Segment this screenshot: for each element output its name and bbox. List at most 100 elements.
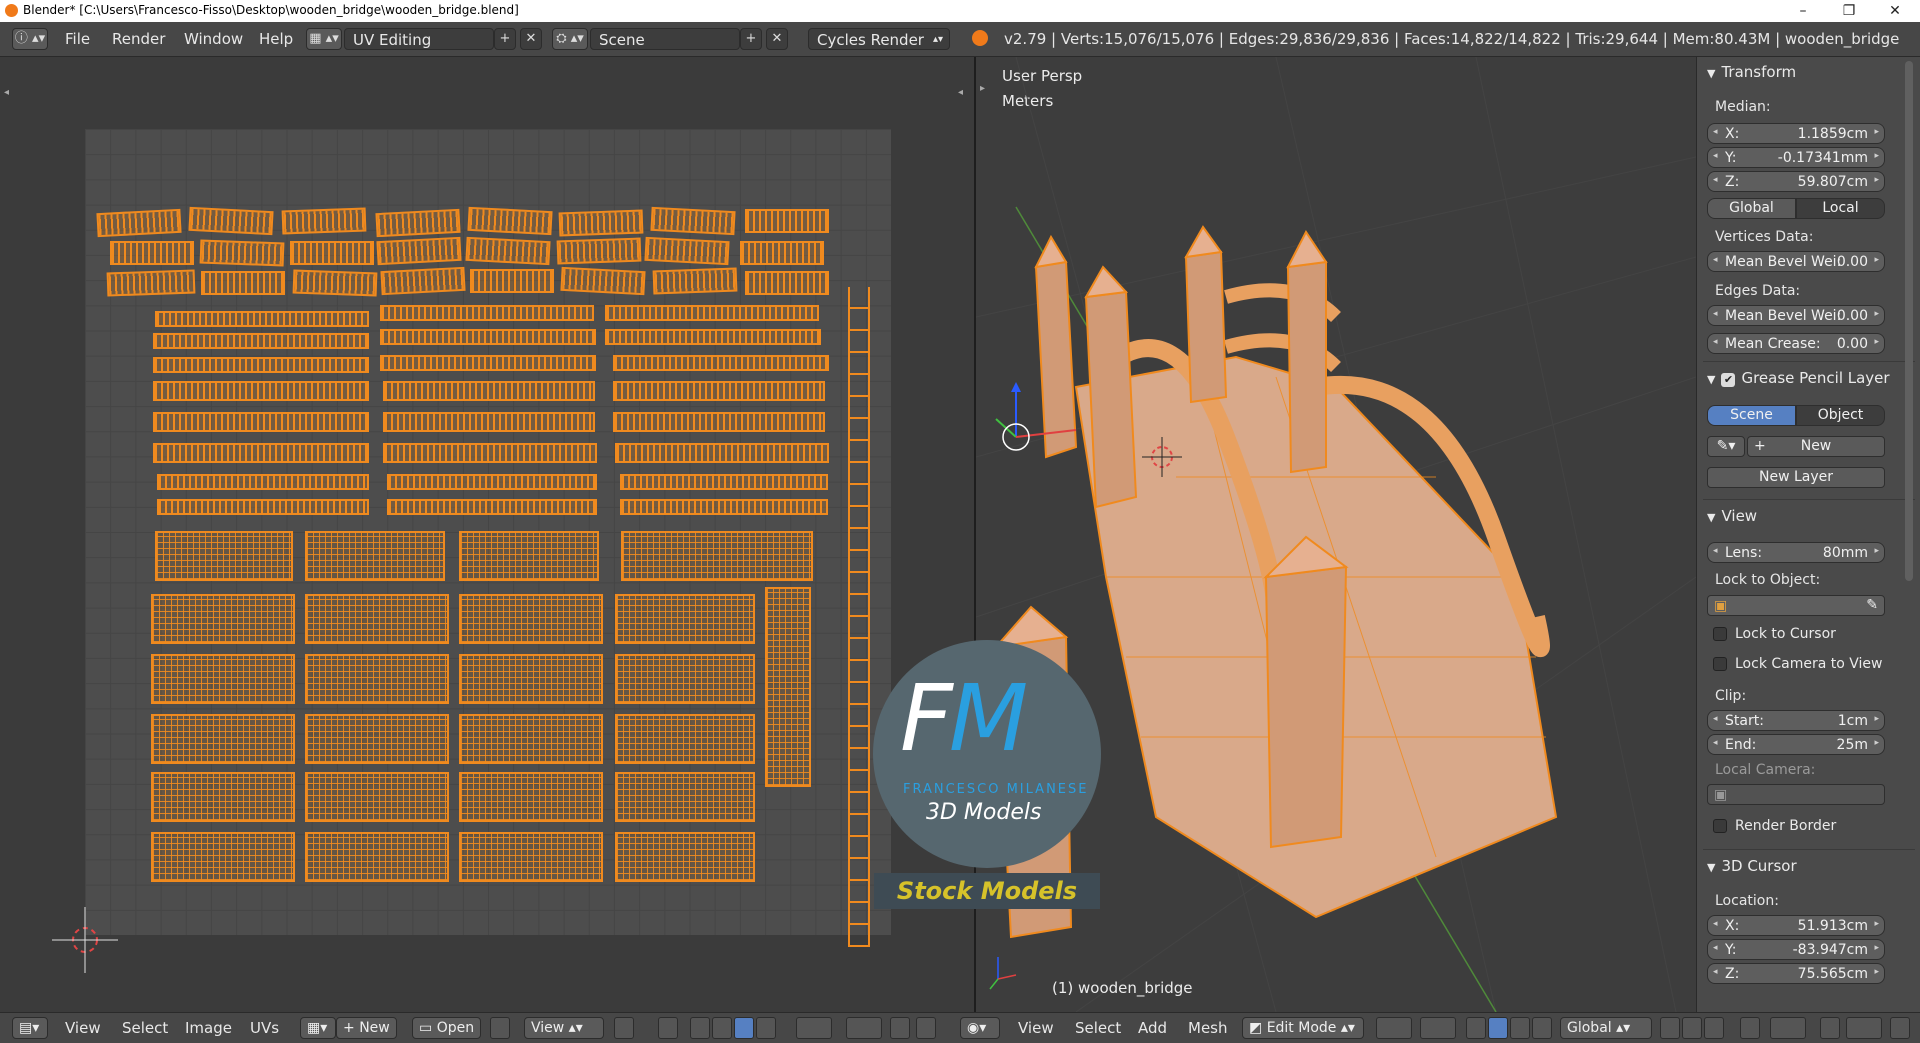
layer-button-icon[interactable]	[1682, 1017, 1702, 1039]
edge-select-icon[interactable]	[712, 1017, 732, 1039]
vp-menu-view[interactable]: View	[1018, 1019, 1054, 1037]
edge-bevel-weight-field[interactable]: ◂ Mean Bevel Wei: 0.00 ▸	[1707, 305, 1885, 326]
remove-screen-icon[interactable]: ✕	[520, 28, 542, 50]
median-x-field[interactable]: ◂ X: 1.1859cm ▸	[1707, 123, 1885, 144]
grease-pencil-scene-toggle[interactable]: Scene	[1707, 405, 1796, 426]
uv-island[interactable]	[470, 269, 554, 293]
close-button[interactable]: ✕	[1872, 0, 1918, 22]
pencil-icon[interactable]: ✎▾	[1707, 436, 1745, 457]
new-grease-pencil-button[interactable]: + New	[1747, 436, 1885, 457]
render-border-checkbox[interactable]	[1713, 819, 1727, 833]
add-scene-icon[interactable]: +	[740, 28, 762, 50]
uv-menu-select[interactable]: Select	[122, 1019, 168, 1037]
vp-menu-add[interactable]: Add	[1138, 1019, 1167, 1037]
sticky-mode-icon[interactable]	[796, 1017, 832, 1039]
pin-icon[interactable]	[490, 1017, 510, 1039]
proportional-edit-icon[interactable]	[1770, 1017, 1806, 1039]
uv-island[interactable]	[459, 531, 599, 581]
uv-island[interactable]	[153, 333, 369, 349]
uv-island[interactable]	[155, 531, 293, 581]
uv-island[interactable]	[383, 412, 595, 432]
layer-button-icon[interactable]	[1660, 1017, 1680, 1039]
view-panel-header[interactable]: ▼ View	[1707, 507, 1757, 525]
transform-panel-header[interactable]: ▼ Transform	[1707, 63, 1796, 81]
cursor-x-field[interactable]: ◂ X: 51.913cm ▸	[1707, 915, 1885, 936]
mean-crease-field[interactable]: ◂ Mean Crease: 0.00 ▸	[1707, 333, 1885, 354]
uv-island[interactable]	[151, 594, 295, 644]
new-layer-button[interactable]: New Layer	[1707, 467, 1885, 488]
uv-island[interactable]	[292, 269, 378, 297]
screen-layout-icon[interactable]: ▦ ▴▾	[306, 28, 342, 50]
viewport-shading-icon[interactable]	[1376, 1017, 1412, 1039]
uv-island[interactable]	[188, 206, 274, 236]
uv-island[interactable]	[644, 236, 730, 266]
lock-to-cursor-checkbox[interactable]	[1713, 627, 1727, 641]
snap-target-icon[interactable]	[1890, 1017, 1910, 1039]
uv-island[interactable]	[558, 209, 644, 237]
uv-island[interactable]	[96, 208, 182, 238]
image-browse-icon[interactable]: ▦▾	[300, 1017, 336, 1039]
lock-object-field[interactable]: ▣ ✎	[1707, 595, 1885, 616]
uv-island[interactable]	[465, 236, 551, 266]
uv-island[interactable]	[745, 209, 829, 233]
screen-layout-dropdown[interactable]: UV Editing	[344, 28, 494, 50]
vp-menu-mesh[interactable]: Mesh	[1188, 1019, 1228, 1037]
uv-island[interactable]	[387, 474, 597, 490]
proportional-edit-icon[interactable]	[846, 1017, 882, 1039]
uv-island[interactable]	[153, 357, 369, 373]
bridge-mesh[interactable]	[976, 57, 1696, 1012]
snap-icon[interactable]	[890, 1017, 910, 1039]
uv-island[interactable]	[281, 207, 367, 235]
uv-island[interactable]	[459, 714, 603, 764]
uv-island[interactable]	[151, 832, 295, 882]
uv-island[interactable]	[459, 772, 603, 822]
uv-island[interactable]	[153, 412, 369, 432]
uv-island[interactable]	[153, 443, 369, 463]
uv-island[interactable]	[305, 594, 449, 644]
uv-island[interactable]	[621, 531, 813, 581]
clip-start-field[interactable]: ◂ Start: 1cm ▸	[1707, 710, 1885, 731]
properties-scrollbar[interactable]	[1905, 61, 1913, 581]
uv-menu-uvs[interactable]: UVs	[250, 1019, 279, 1037]
median-y-field[interactable]: ◂ Y: -0.17341mm ▸	[1707, 147, 1885, 168]
menu-render[interactable]: Render	[112, 30, 165, 48]
pivot-icon[interactable]	[614, 1017, 634, 1039]
uv-island[interactable]	[375, 208, 461, 238]
minimize-button[interactable]: –	[1780, 0, 1826, 22]
uv-island[interactable]	[459, 654, 603, 704]
island-select-icon[interactable]	[756, 1017, 776, 1039]
uv-grid[interactable]	[85, 129, 891, 935]
local-toggle[interactable]: Local	[1796, 198, 1885, 219]
uv-image-editor[interactable]: ◂ ◂	[0, 57, 976, 1012]
menu-help[interactable]: Help	[259, 30, 293, 48]
cursor-z-field[interactable]: ◂ Z: 75.565cm ▸	[1707, 963, 1885, 984]
uv-island[interactable]	[605, 329, 821, 345]
uv-island[interactable]	[556, 237, 642, 265]
uv-island[interactable]	[290, 241, 374, 265]
uv-island[interactable]	[615, 443, 829, 463]
clip-end-field[interactable]: ◂ End: 25m ▸	[1707, 734, 1885, 755]
uv-island[interactable]	[615, 832, 755, 882]
scene-icon[interactable]: ⛭ ▴▾	[552, 28, 588, 50]
3d-viewport[interactable]: User Persp Meters ▸	[976, 57, 1696, 1012]
uv-island[interactable]	[380, 305, 594, 321]
uv-island[interactable]	[199, 239, 285, 267]
vertex-select-icon[interactable]	[690, 1017, 710, 1039]
uv-island[interactable]	[745, 271, 829, 295]
uv-menu-image[interactable]: Image	[185, 1019, 232, 1037]
uv-island[interactable]	[153, 381, 369, 401]
interaction-mode-dropdown[interactable]: ◩ Edit Mode ▴▾	[1242, 1017, 1364, 1039]
uv-island[interactable]	[615, 654, 755, 704]
vp-menu-select[interactable]: Select	[1075, 1019, 1121, 1037]
uv-island[interactable]	[740, 241, 824, 265]
rotate-manipulator-icon[interactable]	[1510, 1017, 1530, 1039]
uv-island[interactable]	[605, 305, 819, 321]
open-image-button[interactable]: ▭ Open	[412, 1017, 482, 1039]
uv-island[interactable]	[305, 714, 449, 764]
uv-island[interactable]	[652, 267, 738, 295]
uv-island[interactable]	[305, 531, 445, 581]
vertex-bevel-weight-field[interactable]: ◂ Mean Bevel Wei: 0.00 ▸	[1707, 251, 1885, 272]
uv-island[interactable]	[383, 381, 595, 401]
add-screen-icon[interactable]: +	[494, 28, 516, 50]
uv-island[interactable]	[376, 236, 462, 266]
